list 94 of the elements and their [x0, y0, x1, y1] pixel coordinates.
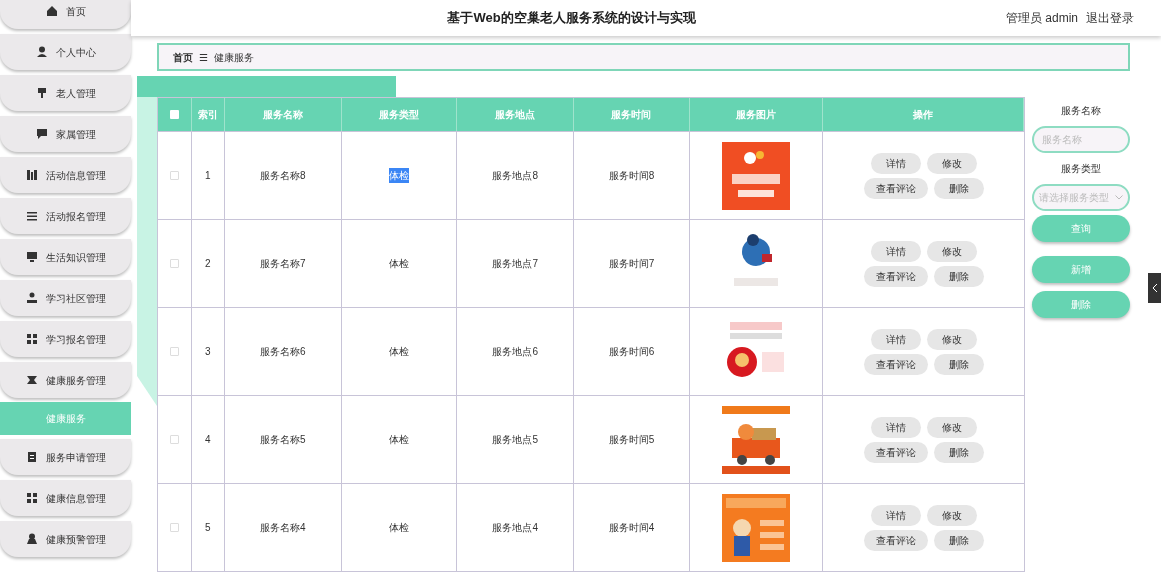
- table-cell-text: 5: [205, 521, 211, 535]
- action-button[interactable]: 详情: [870, 328, 921, 350]
- action-button[interactable]: 查看评论: [863, 441, 928, 463]
- grid-icon: [25, 333, 38, 345]
- table-cell-text: 4: [205, 433, 211, 447]
- field-label: 服务名称: [1061, 104, 1101, 118]
- chevron-icon: [1151, 284, 1158, 292]
- action-button[interactable]: 查看评论: [863, 353, 928, 375]
- sidebar-item[interactable]: 服务申请管理: [0, 439, 131, 475]
- action-button[interactable]: 删除: [933, 441, 984, 463]
- grid-icon: [25, 492, 38, 504]
- table-cell-text: 服务地点5: [492, 433, 538, 447]
- table-cell-text: 2: [205, 257, 211, 271]
- table-cell-text: 服务名称5: [259, 433, 306, 447]
- action-button[interactable]: 详情: [870, 152, 921, 174]
- table-cell-text: 服务时间4: [608, 521, 655, 535]
- action-button[interactable]: 查看评论: [863, 265, 928, 287]
- person-icon: [35, 46, 48, 58]
- sidebar-item[interactable]: 个人中心: [0, 34, 131, 70]
- row-checkbox[interactable]: [169, 523, 179, 532]
- row-checkbox[interactable]: [169, 435, 179, 444]
- collapse-handle[interactable]: [1148, 273, 1161, 303]
- select-all-checkbox[interactable]: [169, 110, 179, 119]
- table-cell-text: 服务名称6: [259, 345, 306, 359]
- column-header: 服务图片: [736, 108, 777, 122]
- logout-link[interactable]: 退出登录: [1086, 9, 1134, 27]
- action-button[interactable]: 修改: [926, 152, 977, 174]
- column-header: 索引: [197, 108, 218, 122]
- table-cell-text: 服务时间7: [608, 257, 655, 271]
- table-cell-text: 服务名称8: [259, 169, 306, 183]
- person-icon: [25, 292, 38, 304]
- column-header: 服务类型: [378, 108, 419, 122]
- page-title: 基于Web的空巢老人服务系统的设计与实现: [446, 9, 697, 28]
- action-button[interactable]: 删除: [933, 529, 984, 551]
- person-icon: [25, 533, 38, 545]
- row-checkbox[interactable]: [169, 347, 179, 356]
- table-cell-text: 服务时间5: [608, 433, 655, 447]
- table-cell-text: 服务时间8: [608, 169, 655, 183]
- sign-icon: [35, 87, 48, 99]
- field-label: 服务类型: [1061, 162, 1101, 176]
- chat-icon: [35, 128, 48, 140]
- sidebar-item[interactable]: 学习社区管理: [0, 280, 131, 316]
- action-button[interactable]: 详情: [870, 416, 921, 438]
- bars-icon: [25, 169, 38, 181]
- action-button[interactable]: 删除: [933, 177, 984, 199]
- sidebar-item[interactable]: 首页: [0, 0, 131, 29]
- column-header: 操作: [913, 108, 934, 122]
- table-cell-text: 体检: [388, 257, 409, 271]
- sidebar-item[interactable]: 学习报名管理: [0, 321, 131, 357]
- breadcrumb-current: 健康服务: [214, 50, 254, 65]
- table-cell-text: 服务名称7: [259, 257, 306, 271]
- action-button[interactable]: 修改: [926, 240, 977, 262]
- column-header: 服务名称: [262, 108, 303, 122]
- action-button[interactable]: 详情: [870, 504, 921, 526]
- row-checkbox[interactable]: [169, 259, 179, 268]
- sidebar-item[interactable]: 健康服务管理: [0, 362, 131, 398]
- table-cell-text: 服务地点7: [492, 257, 538, 271]
- sidebar-item[interactable]: 活动报名管理: [0, 198, 131, 234]
- column-header: 服务时间: [611, 108, 652, 122]
- breadcrumb-home-link[interactable]: 首页: [173, 49, 193, 65]
- home-icon: [45, 5, 58, 17]
- action-button[interactable]: 删除: [933, 353, 984, 375]
- action-button[interactable]: 查看评论: [863, 177, 928, 199]
- sidebar-item[interactable]: 老人管理: [0, 75, 131, 111]
- monitor-icon: [25, 251, 38, 263]
- action-button[interactable]: 修改: [926, 416, 977, 438]
- breadcrumb-separator: ☰: [199, 50, 208, 65]
- table-cell-text: 服务地点6: [492, 345, 538, 359]
- user-label: 管理员 admin: [1005, 10, 1078, 27]
- table-cell-text: 服务地点8: [492, 169, 538, 183]
- action-button[interactable]: 修改: [926, 504, 977, 526]
- table-cell-text: 3: [205, 345, 211, 359]
- sidebar-item[interactable]: 健康预警管理: [0, 521, 131, 557]
- column-header: 服务地点: [495, 108, 536, 122]
- table-cell-text: 体检: [388, 433, 409, 447]
- sidebar-item[interactable]: 生活知识管理: [0, 239, 131, 275]
- sidebar-item[interactable]: 健康信息管理: [0, 480, 131, 516]
- table-cell-text: 服务时间6: [608, 345, 655, 359]
- chevron-down-icon: [1115, 195, 1123, 200]
- table-cell-text: 体检: [388, 521, 409, 535]
- list-icon: [25, 210, 38, 222]
- table-cell-text: 体检: [388, 345, 409, 359]
- action-button[interactable]: 详情: [870, 240, 921, 262]
- action-button[interactable]: 删除: [933, 265, 984, 287]
- table-cell-text: 服务名称4: [259, 521, 306, 535]
- table-cell-text: 1: [205, 169, 211, 183]
- clipboard-icon: [25, 451, 38, 463]
- action-button[interactable]: 查看评论: [863, 529, 928, 551]
- sidebar-item[interactable]: 家属管理: [0, 116, 131, 152]
- table-cell-text: 服务地点4: [492, 521, 538, 535]
- table-cell: 体检: [388, 168, 409, 183]
- sidebar-item[interactable]: 活动信息管理: [0, 157, 131, 193]
- row-checkbox[interactable]: [169, 171, 179, 180]
- action-button[interactable]: 修改: [926, 328, 977, 350]
